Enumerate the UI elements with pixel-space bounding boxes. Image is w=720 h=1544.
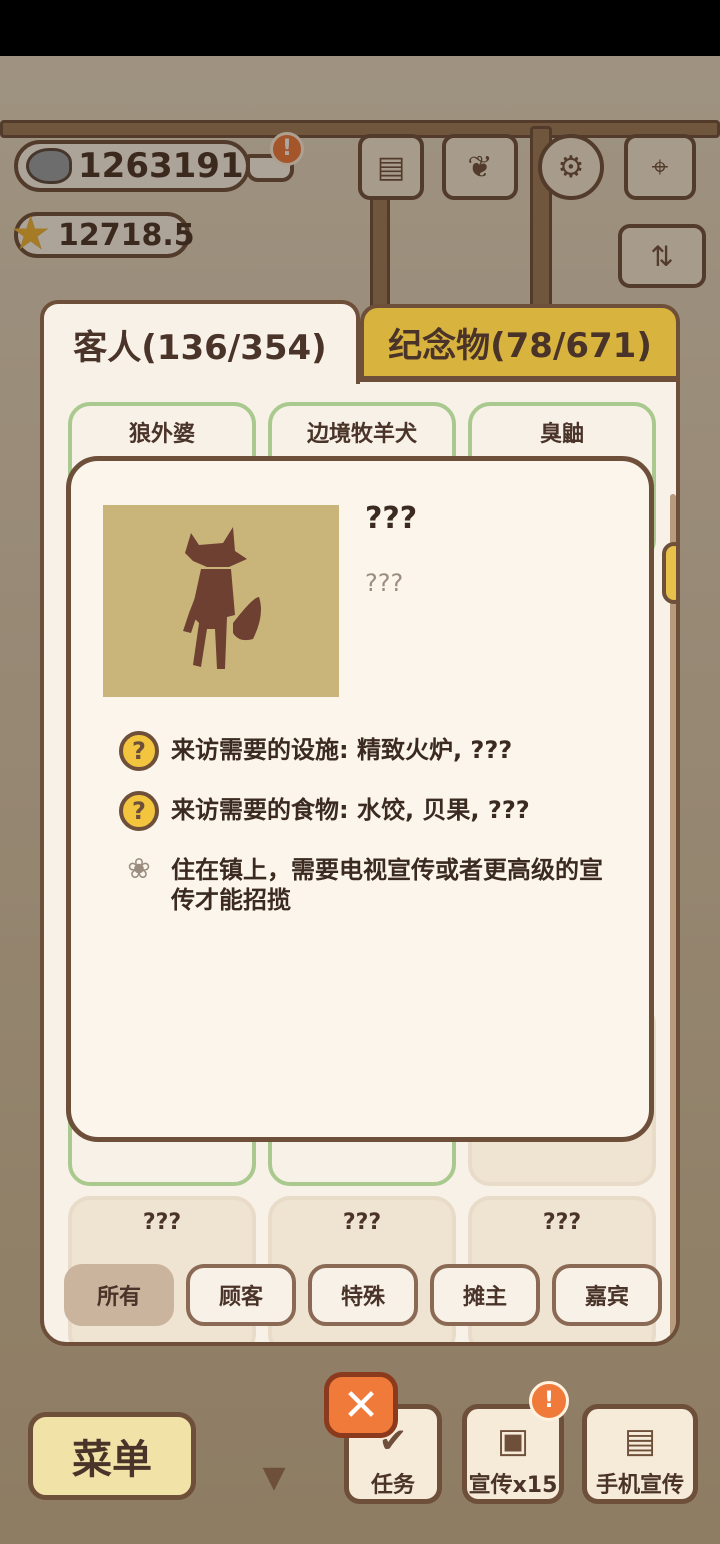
filter-label: 嘉宾 [584, 1285, 629, 1310]
tab-souvenirs[interactable]: 纪念物(78/671) [360, 304, 680, 380]
filter-all[interactable]: 所有 [64, 1264, 174, 1326]
tab-guests[interactable]: 客人(136/354) [40, 300, 360, 384]
requirement-facility: ? 来访需要的设施: 精致火炉, ??? [119, 731, 619, 771]
tab-souvenirs-label: 纪念物(78/671) [388, 325, 652, 366]
close-icon: ✕ [342, 1379, 380, 1431]
chevron-down-icon[interactable]: ▼ [246, 1460, 302, 1496]
filter-vendors[interactable]: 摊主 [430, 1264, 540, 1326]
filter-label: 摊主 [462, 1285, 507, 1310]
scrollbar-handle[interactable] [662, 542, 676, 604]
promo-label: 宣传x15 [468, 1473, 558, 1498]
guest-card-name: ??? [542, 1210, 582, 1235]
filter-label: 特殊 [340, 1285, 385, 1310]
filter-special[interactable]: 特殊 [308, 1264, 418, 1326]
guest-card-name: ??? [342, 1210, 382, 1235]
phone-promo-label: 手机宣传 [595, 1473, 684, 1498]
phone-icon: ▤ [623, 1421, 657, 1461]
fox-silhouette-icon [183, 527, 261, 669]
guest-detail-modal: ??? ??? ? 来访需要的设施: 精致火炉, ??? ? 来访需要的食物: … [66, 456, 654, 1142]
filter-guests[interactable]: 嘉宾 [552, 1264, 662, 1326]
guest-card-name: ??? [142, 1210, 182, 1235]
filter-customers[interactable]: 顾客 [186, 1264, 296, 1326]
requirement-text: 来访需要的食物: 水饺, 贝果, ??? [171, 796, 530, 824]
question-icon: ? [119, 731, 159, 771]
filter-label: 所有 [96, 1285, 141, 1310]
requirement-promotion: ❀ 住在镇上，需要电视宣传或者更高级的宣传才能招揽 [119, 851, 619, 915]
filter-label: 顾客 [218, 1285, 263, 1310]
guest-card-name: 臭鼬 [539, 422, 584, 447]
guest-name: ??? [365, 501, 418, 536]
status-bar [0, 0, 720, 56]
tablet-icon: ▣ [496, 1421, 530, 1461]
promo-button[interactable]: ▣ 宣传x15 ! [462, 1381, 569, 1504]
tab-guests-label: 客人(136/354) [73, 327, 327, 368]
tasks-label: 任务 [370, 1473, 415, 1498]
guest-description: ??? [365, 569, 404, 597]
close-button[interactable]: ✕ [324, 1372, 398, 1438]
alert-badge: ! [529, 1381, 569, 1421]
menu-button[interactable]: 菜单 [28, 1412, 196, 1500]
guest-card-name: 边境牧羊犬 [306, 422, 417, 447]
menu-label: 菜单 [72, 1437, 152, 1483]
filter-bar: 所有 顾客 特殊 摊主 嘉宾 [64, 1264, 664, 1330]
requirement-text: 住在镇上，需要电视宣传或者更高级的宣传才能招揽 [171, 856, 603, 914]
guest-portrait [103, 505, 339, 697]
requirement-text: 来访需要的设施: 精致火炉, ??? [171, 736, 513, 764]
scrollbar-track[interactable] [670, 494, 676, 1342]
question-icon: ? [119, 791, 159, 831]
paw-icon: ❀ [127, 852, 151, 885]
guest-card-name: 狼外婆 [128, 422, 195, 447]
requirement-food: ? 来访需要的食物: 水饺, 贝果, ??? [119, 791, 619, 831]
phone-promo-button[interactable]: ▤ 手机宣传 [582, 1404, 698, 1504]
